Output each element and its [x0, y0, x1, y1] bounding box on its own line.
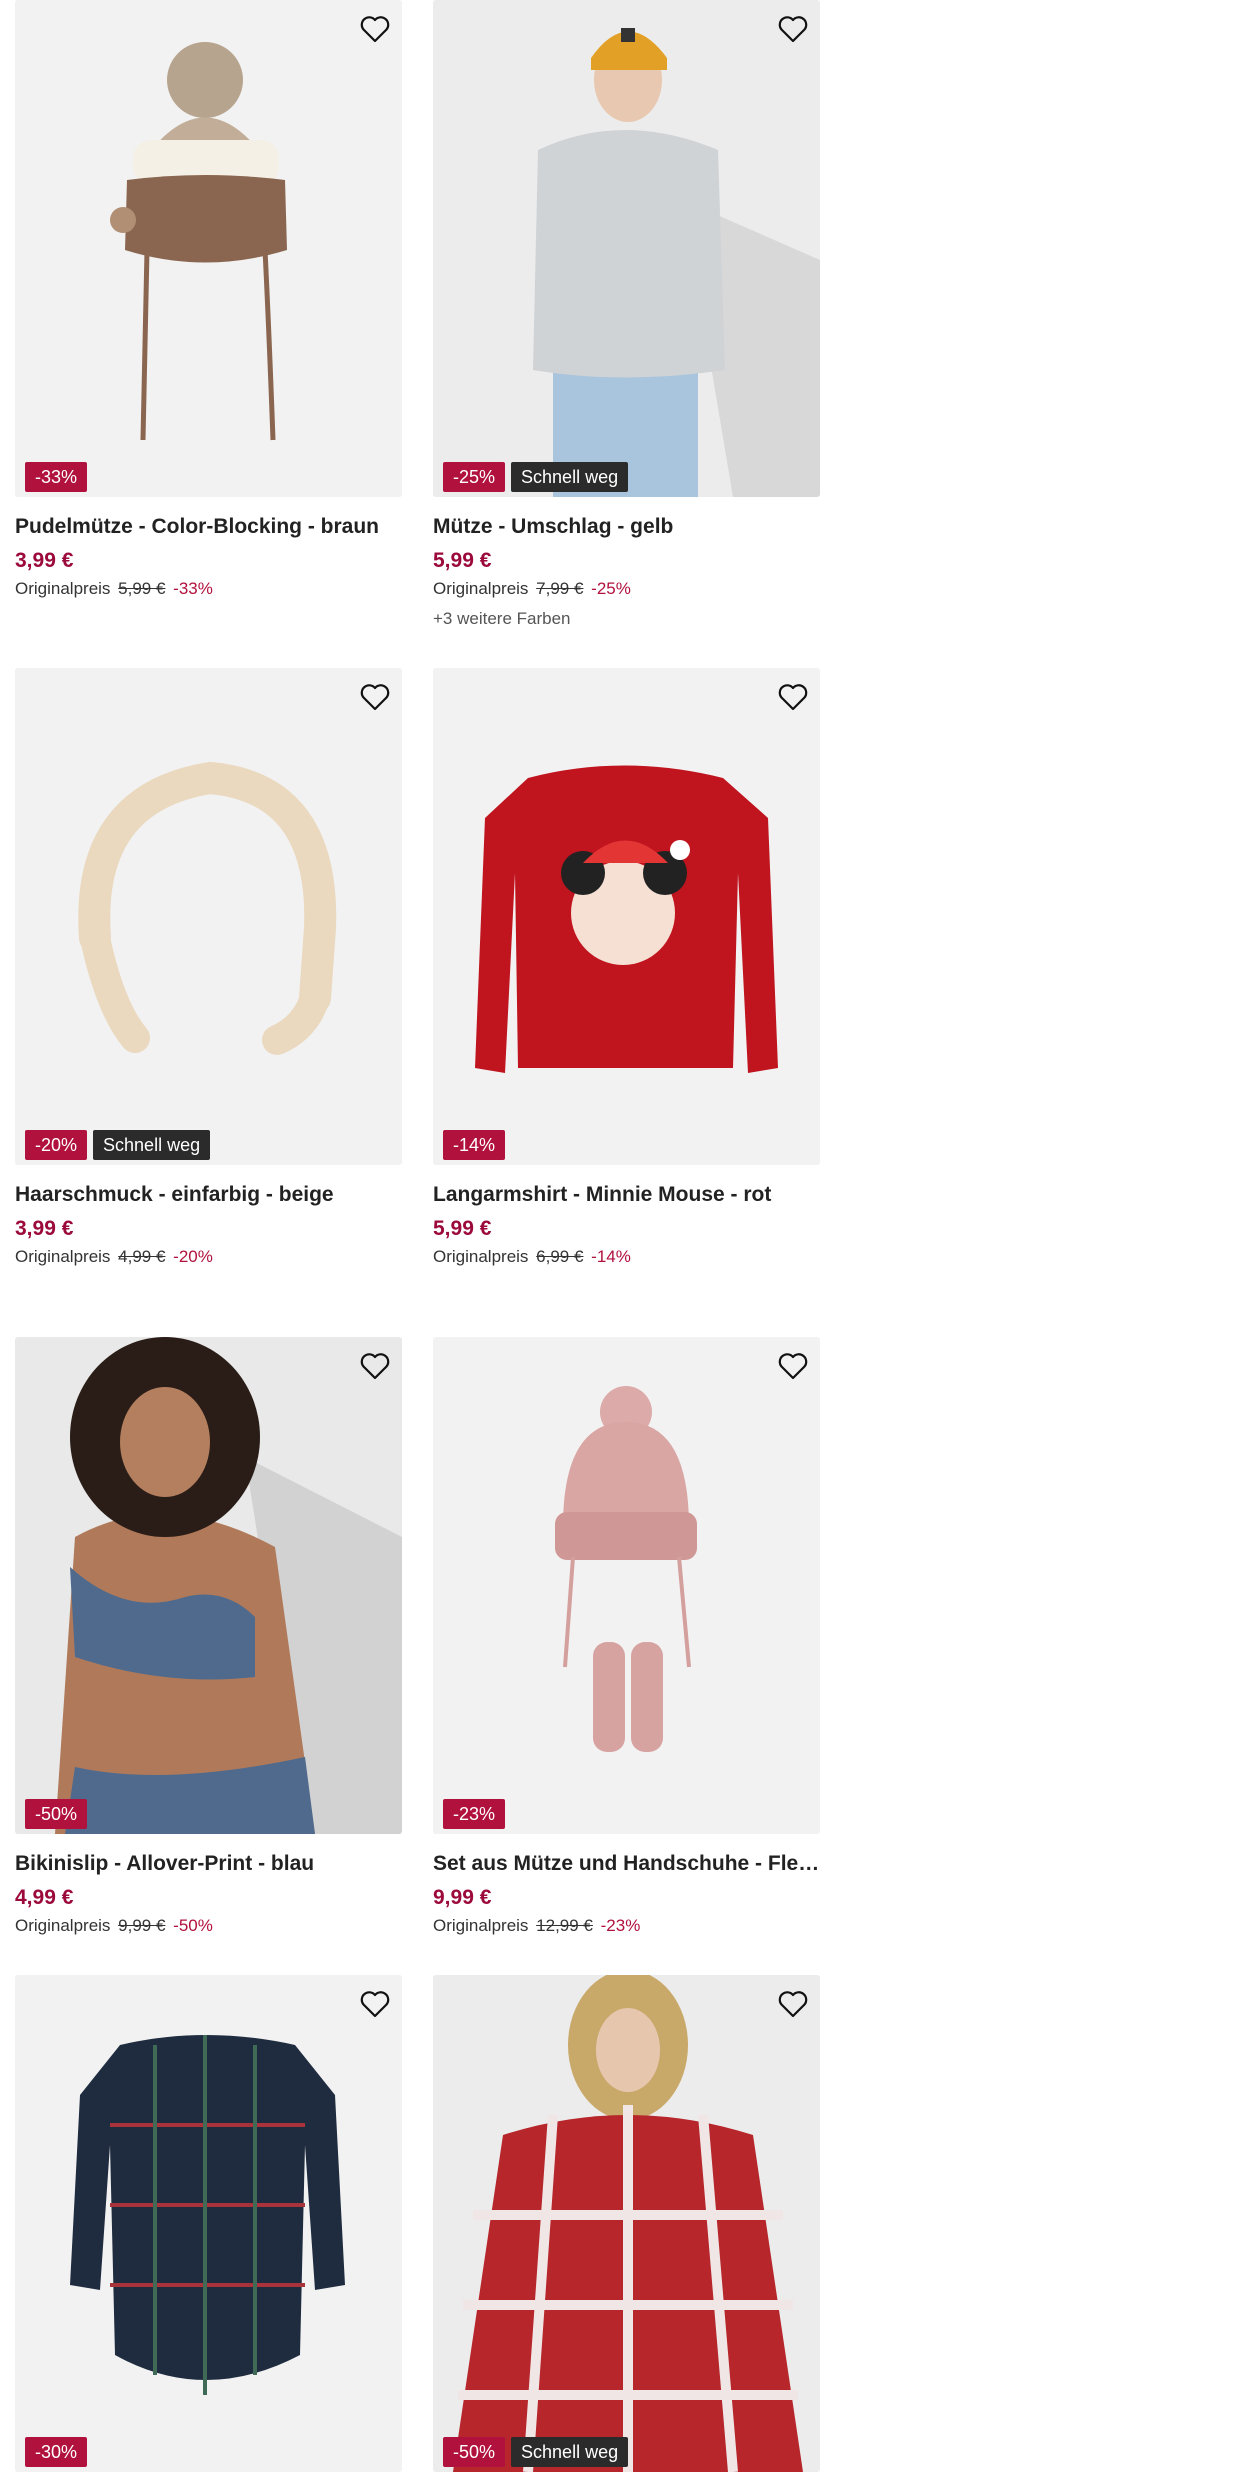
original-price-label: Originalpreis	[433, 1916, 529, 1935]
favorite-button[interactable]	[358, 680, 392, 714]
product-card[interactable]: -50% Bikinislip - Allover-Print - blau 4…	[15, 1337, 402, 1936]
product-price: 3,99 €	[15, 549, 74, 572]
product-price: 3,99 €	[15, 1217, 74, 1240]
discount-badge: -23%	[443, 1799, 506, 1829]
favorite-button[interactable]	[776, 1349, 810, 1383]
product-image[interactable]: -30%	[15, 1975, 402, 2472]
product-title[interactable]: Set aus Mütze und Handschuhe - Fleecef..…	[433, 1852, 820, 1876]
heart-outline-icon	[360, 1991, 390, 2018]
original-price-line: Originalpreis 6,99 € -14%	[433, 1247, 820, 1267]
heart-outline-icon	[360, 684, 390, 711]
heart-outline-icon	[778, 1991, 808, 2018]
discount-percent: -14%	[591, 1247, 631, 1266]
original-price: 5,99 €	[118, 579, 166, 598]
heart-outline-icon	[778, 684, 808, 711]
selling-fast-badge: Schnell weg	[511, 2437, 629, 2467]
product-image[interactable]: -14%	[433, 668, 820, 1165]
original-price-line: Originalpreis 5,99 € -33%	[15, 579, 402, 599]
original-price: 7,99 €	[536, 579, 584, 598]
discount-badge: -25%	[443, 462, 506, 492]
heart-outline-icon	[360, 1353, 390, 1380]
discount-percent: -23%	[600, 1916, 641, 1935]
original-price: 12,99 €	[536, 1916, 593, 1935]
discount-badge: -33%	[25, 462, 88, 492]
badge-group: -23%	[443, 1799, 506, 1829]
heart-outline-icon	[360, 16, 390, 43]
discount-percent: -20%	[173, 1247, 213, 1266]
discount-badge: -20%	[25, 1130, 88, 1160]
product-price: 5,99 €	[433, 549, 492, 572]
product-image[interactable]: -50% Schnell weg	[433, 1975, 820, 2472]
badge-group: -25% Schnell weg	[443, 462, 629, 492]
original-price-label: Originalpreis	[15, 1247, 111, 1266]
discount-percent: -33%	[173, 579, 213, 598]
product-photo-bikini	[15, 1337, 402, 1834]
badge-group: -33%	[25, 462, 88, 492]
product-card[interactable]: -30%	[15, 1975, 402, 2472]
badge-group: -14%	[443, 1130, 506, 1160]
badge-group: -30%	[25, 2437, 88, 2467]
product-price: 9,99 €	[433, 1886, 492, 1909]
discount-badge: -30%	[25, 2437, 88, 2467]
product-card[interactable]: -23% Set aus Mütze und Handschuhe - Flee…	[433, 1337, 820, 1936]
original-price: 9,99 €	[118, 1916, 166, 1935]
original-price-label: Originalpreis	[433, 579, 529, 598]
product-image[interactable]: -25% Schnell weg	[433, 0, 820, 497]
selling-fast-badge: Schnell weg	[93, 1130, 211, 1160]
product-title[interactable]: Haarschmuck - einfarbig - beige	[15, 1183, 402, 1207]
original-price-label: Originalpreis	[15, 1916, 111, 1935]
original-price: 6,99 €	[536, 1247, 584, 1266]
product-photo-plaid-bodysuit	[15, 1975, 402, 2472]
product-price: 4,99 €	[15, 1886, 74, 1909]
product-price: 5,99 €	[433, 1217, 492, 1240]
heart-outline-icon	[778, 16, 808, 43]
product-photo-headband	[15, 668, 402, 1165]
product-card[interactable]: -25% Schnell weg Mütze - Umschlag - gelb…	[433, 0, 820, 629]
favorite-button[interactable]	[776, 680, 810, 714]
original-price-line: Originalpreis 4,99 € -20%	[15, 1247, 402, 1267]
product-card[interactable]: -20% Schnell weg Haarschmuck - einfarbig…	[15, 668, 402, 1267]
product-image[interactable]: -20% Schnell weg	[15, 668, 402, 1165]
favorite-button[interactable]	[776, 1987, 810, 2021]
product-card[interactable]: -33% Pudelmütze - Color-Blocking - braun…	[15, 0, 402, 599]
favorite-button[interactable]	[358, 12, 392, 46]
product-photo-pink-hat-set	[433, 1337, 820, 1834]
original-price-line: Originalpreis 9,99 € -50%	[15, 1916, 402, 1936]
discount-percent: -50%	[173, 1916, 213, 1935]
discount-badge: -14%	[443, 1130, 506, 1160]
favorite-button[interactable]	[776, 12, 810, 46]
product-photo-yellow-beanie	[433, 0, 820, 497]
original-price: 4,99 €	[118, 1247, 166, 1266]
discount-badge: -50%	[443, 2437, 506, 2467]
badge-group: -50%	[25, 1799, 88, 1829]
discount-percent: -25%	[591, 579, 631, 598]
product-card[interactable]: -14% Langarmshirt - Minnie Mouse - rot 5…	[433, 668, 820, 1267]
more-colors-link[interactable]: +3 weitere Farben	[433, 609, 820, 629]
product-card[interactable]: -50% Schnell weg	[433, 1975, 820, 2472]
original-price-line: Originalpreis 7,99 € -25%	[433, 579, 820, 599]
product-title[interactable]: Bikinislip - Allover-Print - blau	[15, 1852, 402, 1876]
product-image[interactable]: -33%	[15, 0, 402, 497]
product-title[interactable]: Pudelmütze - Color-Blocking - braun	[15, 515, 402, 539]
badge-group: -20% Schnell weg	[25, 1130, 211, 1160]
product-image[interactable]: -50%	[15, 1337, 402, 1834]
badge-group: -50% Schnell weg	[443, 2437, 629, 2467]
heart-outline-icon	[778, 1353, 808, 1380]
original-price-line: Originalpreis 12,99 € -23%	[433, 1916, 820, 1936]
original-price-label: Originalpreis	[15, 579, 111, 598]
selling-fast-badge: Schnell weg	[511, 462, 629, 492]
product-title[interactable]: Mütze - Umschlag - gelb	[433, 515, 820, 539]
product-photo-bobble-hat	[15, 0, 402, 497]
favorite-button[interactable]	[358, 1987, 392, 2021]
product-title[interactable]: Langarmshirt - Minnie Mouse - rot	[433, 1183, 820, 1207]
favorite-button[interactable]	[358, 1349, 392, 1383]
product-image[interactable]: -23%	[433, 1337, 820, 1834]
original-price-label: Originalpreis	[433, 1247, 529, 1266]
product-photo-red-plaid-shirt	[433, 1975, 820, 2472]
discount-badge: -50%	[25, 1799, 88, 1829]
product-photo-red-shirt	[433, 668, 820, 1165]
